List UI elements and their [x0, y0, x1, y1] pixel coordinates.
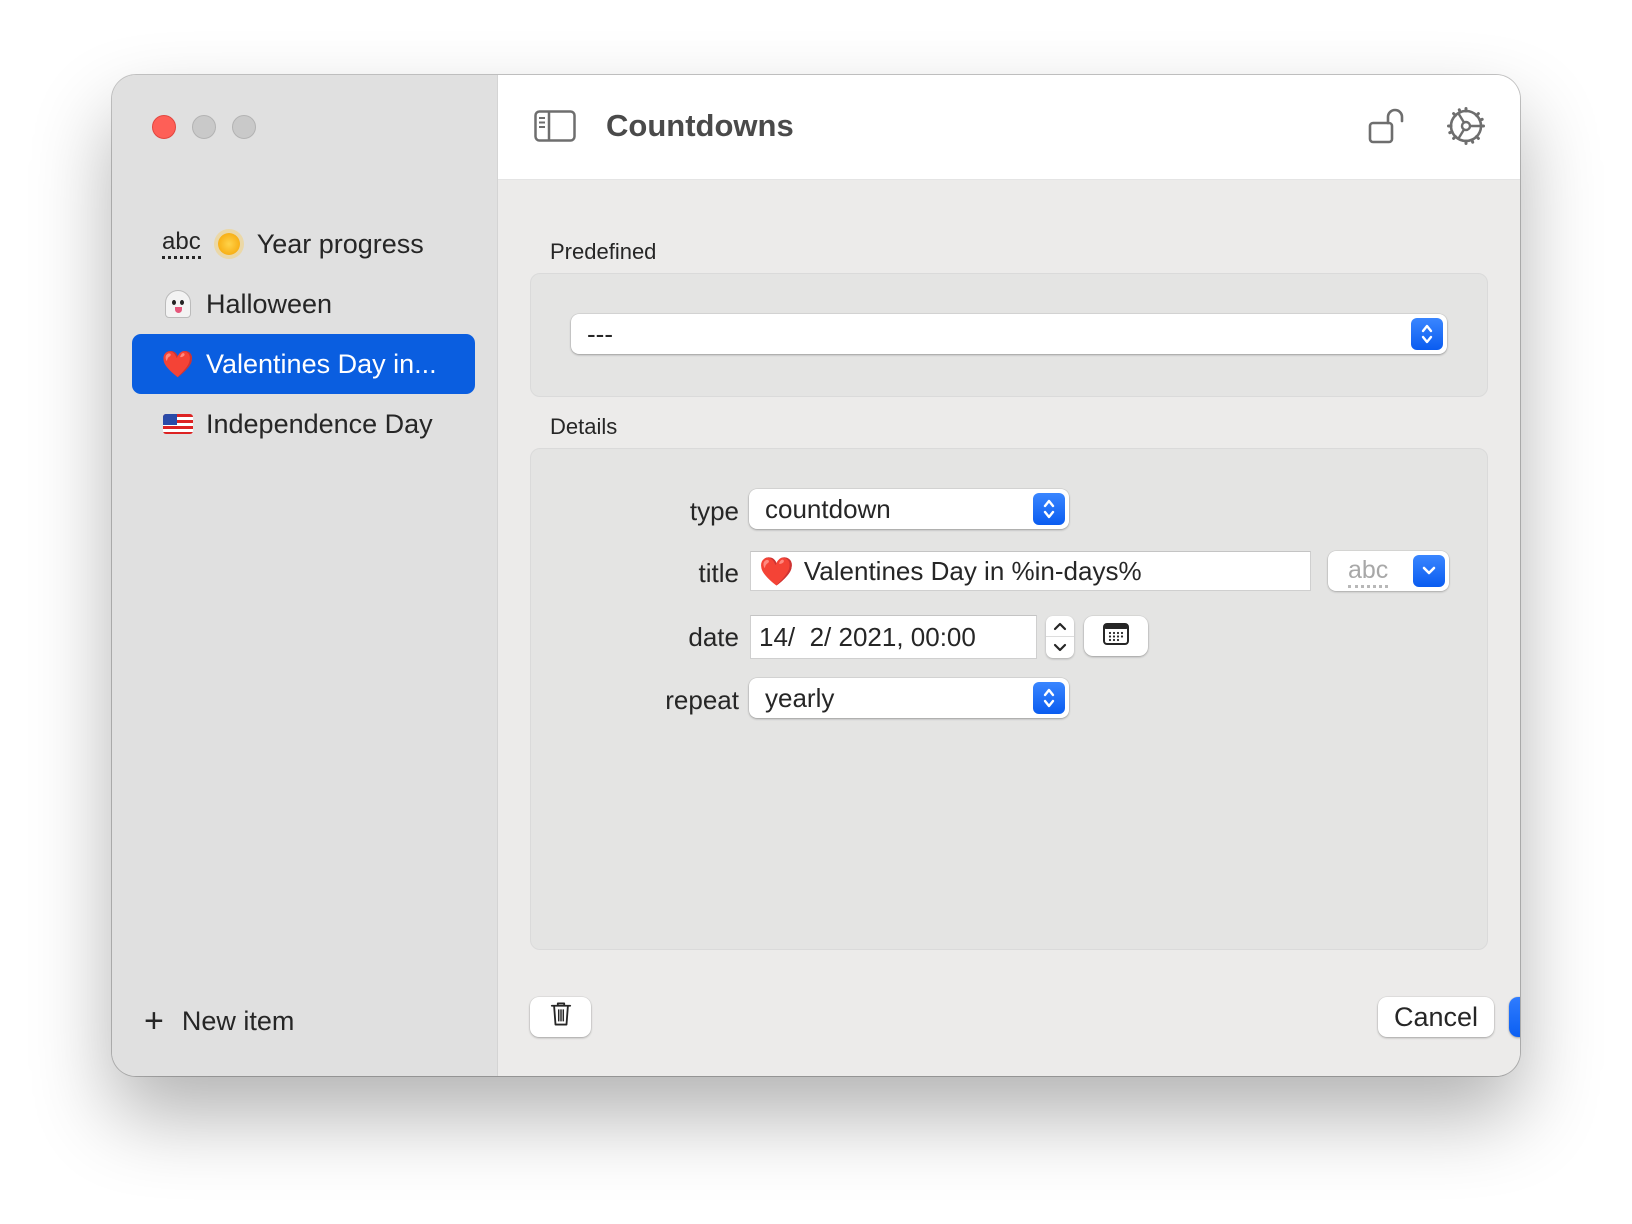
title-input[interactable]: ❤️ Valentines Day in %in-days%	[750, 551, 1311, 591]
date-input-value: 14/ 2/ 2021, 00:00	[759, 621, 976, 652]
date-stepper[interactable]	[1046, 616, 1074, 658]
window-controls	[152, 115, 256, 139]
calendar-picker-button[interactable]	[1084, 616, 1148, 656]
app-window: abc Year progress Halloween ❤️ Valentine…	[112, 75, 1520, 1076]
updown-chevron-icon	[1033, 493, 1065, 525]
sun-icon	[213, 233, 245, 255]
cancel-button[interactable]: Cancel	[1378, 997, 1494, 1037]
sidebar-toggle-icon[interactable]	[534, 110, 576, 142]
countdown-list: abc Year progress Halloween ❤️ Valentine…	[132, 214, 475, 454]
sidebar-item-label: Halloween	[206, 288, 333, 319]
predefined-select-value: ---	[587, 318, 613, 349]
calendar-icon	[1103, 621, 1129, 652]
details-section-label: Details	[550, 414, 618, 439]
maximize-window-button[interactable]	[232, 115, 256, 139]
token-menu-button[interactable]: abc	[1328, 551, 1449, 591]
sidebar-item-valentines-day[interactable]: ❤️ Valentines Day in...	[132, 334, 475, 394]
new-item-label: New item	[181, 1005, 295, 1036]
plus-icon: +	[144, 1002, 164, 1040]
unlock-icon[interactable]	[1368, 107, 1408, 145]
predefined-section-label: Predefined	[550, 239, 657, 264]
new-item-button[interactable]: + New item	[144, 1004, 294, 1038]
minimize-window-button[interactable]	[192, 115, 216, 139]
repeat-select[interactable]: yearly	[749, 678, 1069, 718]
sidebar-item-label: Valentines Day in...	[206, 348, 437, 379]
decrement-button[interactable]	[1046, 637, 1074, 658]
delete-button[interactable]	[530, 997, 591, 1037]
updown-chevron-icon	[1033, 682, 1065, 714]
predefined-group: ---	[530, 273, 1488, 397]
close-window-button[interactable]	[152, 115, 176, 139]
ghost-icon	[162, 290, 194, 318]
date-input[interactable]: 14/ 2/ 2021, 00:00	[750, 615, 1037, 659]
date-label: date	[688, 622, 739, 652]
sidebar-item-independence-day[interactable]: Independence Day	[132, 394, 475, 454]
type-select-value: countdown	[765, 493, 891, 524]
updown-chevron-icon	[1411, 318, 1443, 350]
us-flag-icon	[162, 414, 194, 434]
type-label: type	[689, 496, 739, 526]
sidebar-item-halloween[interactable]: Halloween	[132, 274, 475, 334]
sidebar-item-year-progress[interactable]: abc Year progress	[132, 214, 475, 274]
sidebar-item-label: Independence Day	[206, 408, 433, 439]
trash-icon	[550, 1001, 572, 1034]
repeat-label: repeat	[665, 685, 739, 715]
toolbar: Countdowns	[498, 75, 1520, 180]
predefined-select[interactable]: ---	[571, 314, 1447, 354]
save-button[interactable]: Save	[1509, 997, 1520, 1037]
repeat-select-value: yearly	[765, 682, 835, 713]
sidebar-item-label: Year progress	[256, 228, 424, 259]
abc-prefix: abc	[162, 229, 201, 259]
heart-icon: ❤️	[759, 555, 794, 587]
gear-icon[interactable]	[1446, 106, 1486, 146]
chevron-down-icon	[1413, 555, 1445, 587]
heart-icon: ❤️	[161, 348, 195, 379]
abc-token-icon: abc	[1348, 555, 1389, 588]
title-label: title	[698, 558, 739, 588]
details-group: type countdown title ❤️ Valentines Day i…	[530, 448, 1488, 950]
page-title: Countdowns	[606, 108, 794, 143]
main-content: Countdowns Predefined --- Details type c…	[498, 75, 1520, 1076]
title-input-value: Valentines Day in %in-days%	[803, 555, 1142, 586]
sidebar: abc Year progress Halloween ❤️ Valentine…	[112, 75, 498, 1076]
increment-button[interactable]	[1046, 616, 1074, 637]
type-select[interactable]: countdown	[749, 489, 1069, 529]
